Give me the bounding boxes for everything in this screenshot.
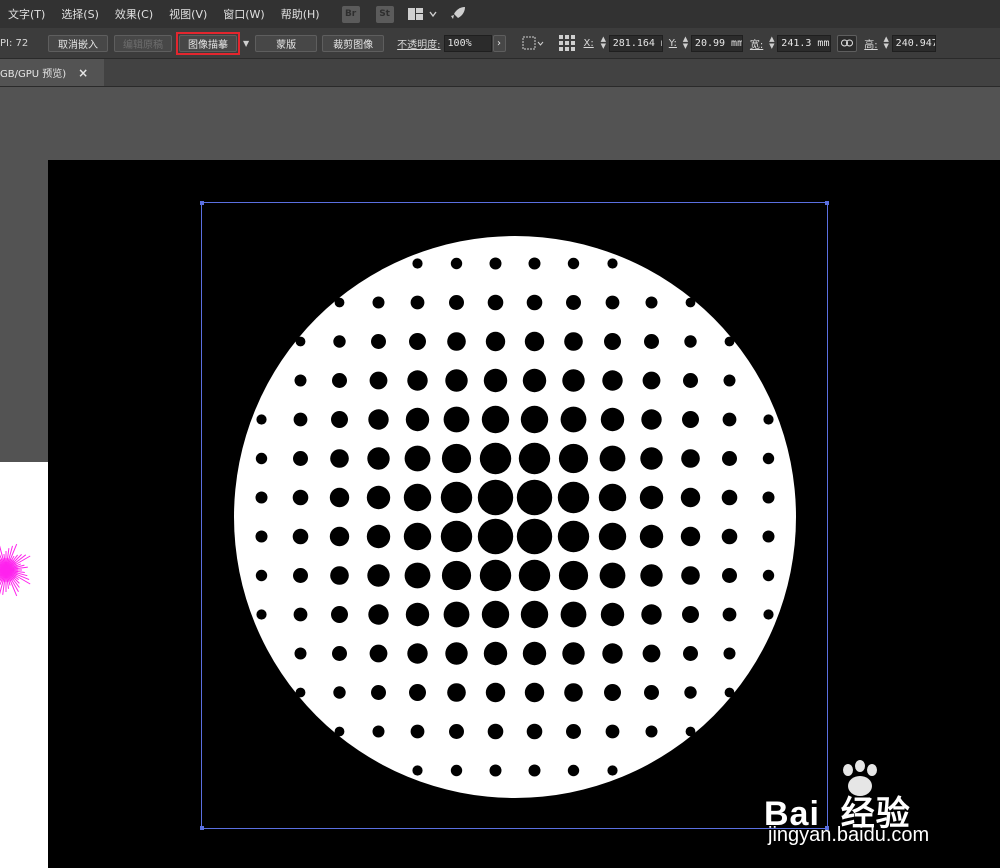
crop-image-button[interactable]: 裁剪图像 — [322, 34, 385, 52]
ppi-readout: PI: 72 — [0, 37, 29, 49]
document-tab-title: GB/GPU 预览) — [0, 69, 67, 80]
document-tab-bar: GB/GPU 预览) × — [0, 59, 1000, 87]
rocket-icon[interactable] — [450, 6, 466, 22]
opacity-input[interactable]: 100% — [443, 34, 492, 52]
image-trace-button[interactable]: 图像描摹 — [179, 34, 237, 52]
x-input[interactable]: 281.164 m — [608, 34, 663, 52]
handle-top-right[interactable] — [825, 201, 829, 205]
opacity-label: 不透明度: — [397, 39, 441, 51]
width-input[interactable]: 241.3 mm — [777, 34, 832, 52]
document-tab[interactable]: GB/GPU 预览) × — [0, 59, 104, 86]
menu-bar: 文字(T) 选择(S) 效果(C) 视图(V) 窗口(W) 帮助(H) Br S… — [0, 0, 1000, 28]
menu-window[interactable]: 窗口(W) — [215, 6, 272, 22]
height-stepper-icon[interactable]: ▲ ▼ — [881, 35, 892, 52]
handle-top-left[interactable] — [200, 201, 204, 205]
y-stepper-icon[interactable]: ▲ ▼ — [680, 35, 691, 52]
width-label: 宽: — [749, 39, 764, 51]
reference-point-icon[interactable] — [558, 34, 576, 52]
mask-button[interactable]: 蒙版 — [255, 34, 318, 52]
x-stepper-icon[interactable]: ▲ ▼ — [598, 35, 609, 52]
menu-help[interactable]: 帮助(H) — [273, 6, 328, 22]
menu-view[interactable]: 视图(V) — [161, 6, 215, 22]
x-label: X: — [583, 37, 594, 49]
bridge-icon[interactable]: Br — [341, 5, 360, 23]
baidu-jingyan-watermark: Bai 经验 jingyan.baidu.com — [760, 760, 960, 852]
selection-bounding-box[interactable] — [200, 201, 829, 830]
opacity-expand-button[interactable]: › — [492, 34, 506, 52]
watermark-url: jingyan.baidu.com — [768, 824, 930, 846]
unembed-button[interactable]: 取消嵌入 — [48, 34, 108, 52]
height-input[interactable]: 240.947 — [891, 34, 936, 52]
workspace-switcher-icon[interactable] — [407, 7, 440, 21]
control-bar: PI: 72 取消嵌入 编辑原稿 图像描摹 ▼ 蒙版 裁剪图像 不透明度: 10… — [0, 28, 1000, 59]
width-stepper-icon[interactable]: ▲ ▼ — [766, 35, 777, 52]
menu-select[interactable]: 选择(S) — [53, 6, 107, 22]
edit-original-button[interactable]: 编辑原稿 — [114, 34, 172, 52]
height-label: 高: — [864, 39, 878, 51]
image-trace-highlight: 图像描摹 — [176, 31, 240, 55]
handle-bottom-left[interactable] — [200, 826, 204, 830]
close-icon[interactable]: × — [78, 66, 88, 80]
chevron-down-icon[interactable]: ▼ — [243, 39, 249, 48]
stock-icon[interactable]: St — [375, 5, 394, 23]
menu-type[interactable]: 文字(T) — [0, 6, 53, 22]
align-icon[interactable] — [522, 36, 544, 50]
menu-effect[interactable]: 效果(C) — [107, 6, 161, 22]
y-label: Y: — [668, 37, 677, 49]
link-proportions-icon[interactable] — [837, 34, 858, 52]
magenta-burst-graphic — [0, 543, 31, 597]
y-input[interactable]: 20.99 mm — [690, 34, 743, 52]
left-artboard — [0, 462, 48, 868]
